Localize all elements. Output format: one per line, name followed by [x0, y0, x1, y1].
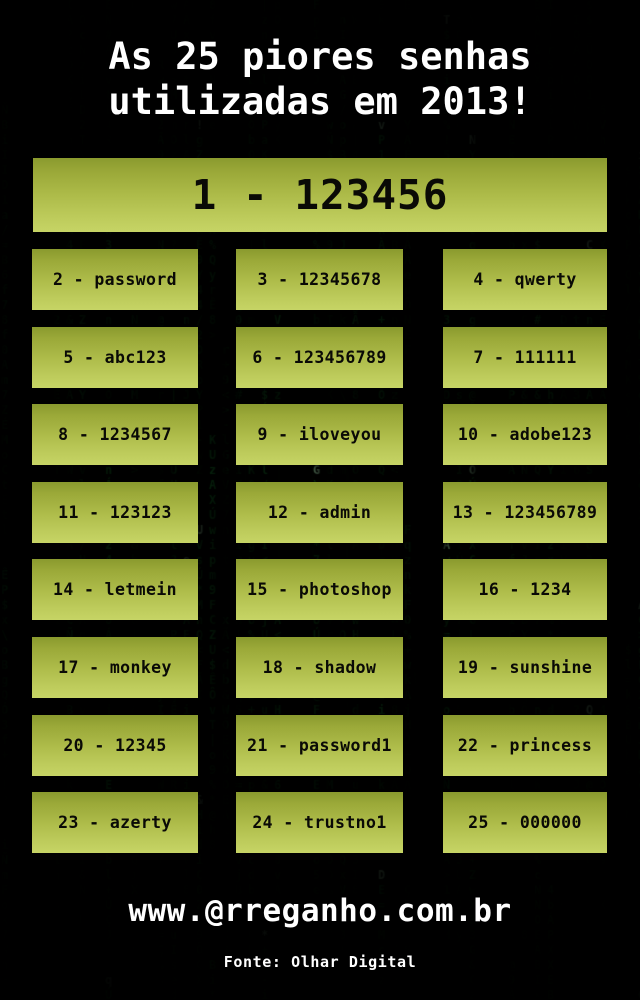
password-entry-rank-14: 14 - letmein [32, 559, 198, 620]
password-entry-rank-3: 3 - 12345678 [236, 249, 403, 310]
password-entry-rank-20: 20 - 12345 [32, 715, 198, 776]
poster-content: As 25 piores senhas utilizadas em 2013! … [0, 0, 640, 1000]
site-url[interactable]: www.@rreganho.com.br [0, 893, 640, 929]
source-credit: Fonte: Olhar Digital [223, 953, 417, 971]
password-entry-rank-2: 2 - password [32, 249, 198, 310]
page-title-line-1: As 25 piores senhas [108, 35, 532, 78]
password-entry-rank-4: 4 - qwerty [443, 249, 607, 310]
password-entry-rank-25: 25 - 000000 [443, 792, 607, 853]
password-entry-rank-17: 17 - monkey [32, 637, 198, 698]
password-entry-rank-10: 10 - adobe123 [443, 404, 607, 465]
password-entry-rank-18: 18 - shadow [236, 637, 403, 698]
password-entry-rank-22: 22 - princess [443, 715, 607, 776]
password-entry-rank-24: 24 - trustno1 [236, 792, 403, 853]
password-entry-rank-15: 15 - photoshop [236, 559, 403, 620]
password-entry-rank-6: 6 - 123456789 [236, 327, 403, 388]
password-entry-rank-19: 19 - sunshine [443, 637, 607, 698]
password-entry-rank-13: 13 - 123456789 [443, 482, 607, 543]
password-entry-rank-12: 12 - admin [236, 482, 403, 543]
password-entry-rank-9: 9 - iloveyou [236, 404, 403, 465]
password-entry-rank-7: 7 - 111111 [443, 327, 607, 388]
infographic-poster: As 25 piores senhas utilizadas em 2013! … [0, 0, 640, 1000]
password-entry-rank-16: 16 - 1234 [443, 559, 607, 620]
password-entry-rank-23: 23 - azerty [32, 792, 198, 853]
password-entry-rank-5: 5 - abc123 [32, 327, 198, 388]
page-title: As 25 piores senhas utilizadas em 2013! [0, 34, 640, 124]
password-entry-rank-11: 11 - 123123 [32, 482, 198, 543]
page-title-line-2: utilizadas em 2013! [108, 80, 532, 123]
password-rank-1-banner: 1 - 123456 [33, 158, 607, 232]
password-entry-rank-8: 8 - 1234567 [32, 404, 198, 465]
password-entry-rank-21: 21 - password1 [236, 715, 403, 776]
